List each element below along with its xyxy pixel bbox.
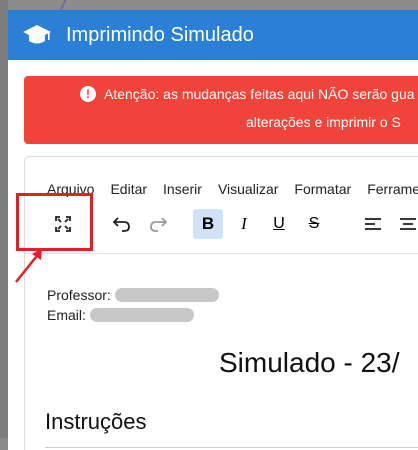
align-left-button[interactable] xyxy=(358,209,388,239)
redo-icon xyxy=(150,217,168,232)
menu-visualizar[interactable]: Visualizar xyxy=(218,181,278,197)
email-row: Email: xyxy=(47,305,219,325)
menu-editar[interactable]: Editar xyxy=(110,181,147,197)
editor-menubar: Arquivo Editar Inserir Visualizar Format… xyxy=(47,181,418,197)
professor-row: Professor: xyxy=(47,285,219,305)
menu-inserir[interactable]: Inserir xyxy=(163,181,202,197)
toolbar-divider xyxy=(25,253,418,254)
warning-alert: ! Atenção: as mudanças feitas aqui NÃO s… xyxy=(24,76,418,144)
modal-title: Imprimindo Simulado xyxy=(66,23,254,46)
redo-button[interactable] xyxy=(143,209,173,239)
backdrop-edge xyxy=(0,0,8,438)
email-label: Email: xyxy=(47,307,86,323)
alert-text-1: Atenção: as mudanças feitas aqui NÃO ser… xyxy=(104,86,415,102)
annotation-arrow-icon xyxy=(15,248,42,283)
graduation-cap-icon xyxy=(22,22,52,48)
undo-icon xyxy=(112,217,130,232)
instructions-divider xyxy=(45,447,418,448)
menu-formatar[interactable]: Formatar xyxy=(294,181,351,197)
menu-ferramentas[interactable]: Ferrame xyxy=(367,181,418,197)
exclamation-circle-icon: ! xyxy=(80,86,96,102)
align-center-button[interactable] xyxy=(393,209,418,239)
align-center-icon xyxy=(400,218,416,230)
document-title: Simulado - 23/ xyxy=(219,347,400,378)
alert-line-1: ! Atenção: as mudanças feitas aqui NÃO s… xyxy=(80,86,415,102)
bold-button[interactable]: B xyxy=(193,209,223,239)
undo-button[interactable] xyxy=(107,209,137,239)
strikethrough-button[interactable]: S xyxy=(299,209,329,239)
modal-header: Imprimindo Simulado xyxy=(8,10,418,60)
alert-text-2: alterações e imprimir o S xyxy=(246,114,401,130)
underline-button[interactable]: U xyxy=(264,209,294,239)
align-left-icon xyxy=(365,218,381,230)
instructions-heading: Instruções xyxy=(45,409,147,434)
redacted-email xyxy=(89,308,194,322)
italic-button[interactable]: I xyxy=(229,209,259,239)
document-body[interactable]: Professor: Email: xyxy=(47,285,219,325)
annotation-highlight-box xyxy=(16,193,93,251)
professor-label: Professor: xyxy=(47,287,111,303)
redacted-professor-name xyxy=(114,288,219,302)
